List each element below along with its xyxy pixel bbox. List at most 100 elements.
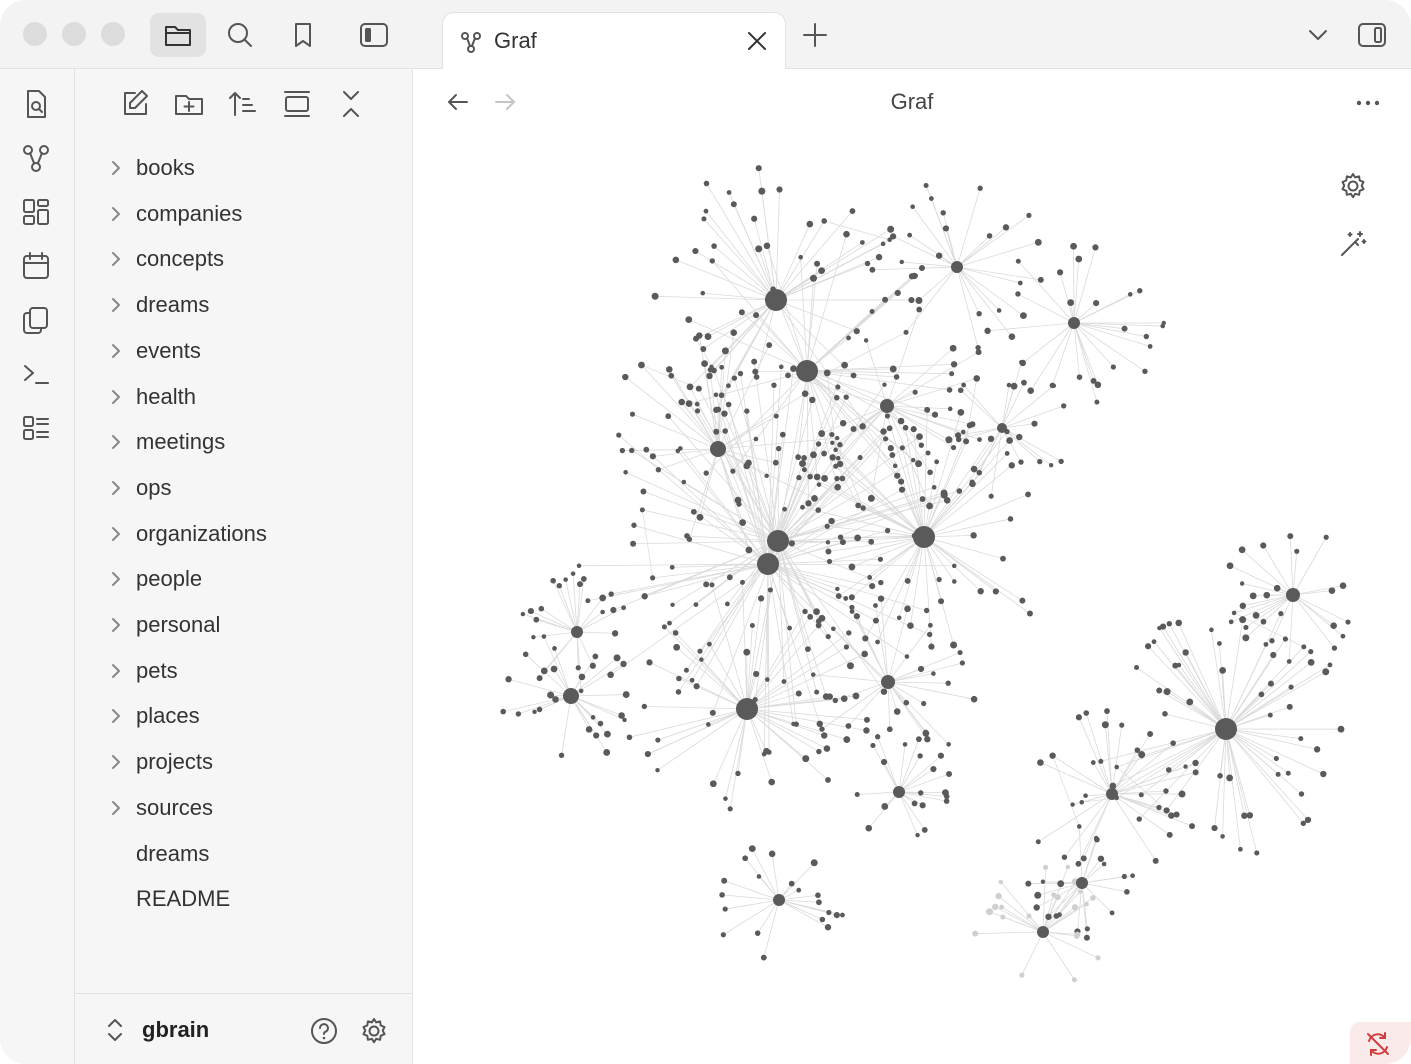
- graph-node[interactable]: [860, 505, 866, 511]
- graph-node[interactable]: [1301, 644, 1307, 650]
- graph-node[interactable]: [1340, 633, 1346, 639]
- close-tab-icon[interactable]: [743, 27, 771, 55]
- graph-node[interactable]: [707, 641, 712, 647]
- graph-node[interactable]: [536, 675, 543, 682]
- graph-node[interactable]: [570, 571, 576, 576]
- graph-hub-node[interactable]: [881, 675, 895, 689]
- graph-node[interactable]: [1243, 624, 1249, 631]
- graph-node[interactable]: [1027, 387, 1034, 395]
- graph-node[interactable]: [949, 344, 957, 352]
- graph-node[interactable]: [945, 680, 951, 686]
- graph-node[interactable]: [1007, 516, 1014, 522]
- graph-node[interactable]: [505, 676, 512, 683]
- graph-node[interactable]: [1121, 873, 1127, 880]
- graph-node[interactable]: [886, 726, 893, 733]
- graph-node[interactable]: [1228, 619, 1234, 625]
- graph-node[interactable]: [1226, 774, 1234, 782]
- graph-node[interactable]: [711, 243, 717, 249]
- graph-node[interactable]: [1054, 894, 1061, 901]
- graph-node[interactable]: [590, 715, 596, 720]
- graph-node[interactable]: [1104, 708, 1110, 714]
- graph-node[interactable]: [541, 634, 547, 639]
- graph-node[interactable]: [977, 588, 984, 595]
- graph-node[interactable]: [957, 649, 963, 656]
- graph-node[interactable]: [946, 770, 953, 777]
- graph-node[interactable]: [752, 368, 759, 375]
- graph-node[interactable]: [903, 329, 909, 335]
- graph-node[interactable]: [684, 533, 690, 539]
- graph-node[interactable]: [675, 448, 681, 454]
- graph-node[interactable]: [706, 722, 711, 727]
- graph-node[interactable]: [865, 824, 873, 832]
- graph-node[interactable]: [622, 691, 630, 698]
- graph-node[interactable]: [744, 408, 750, 414]
- graph-node[interactable]: [904, 578, 911, 584]
- graph-node[interactable]: [585, 598, 591, 604]
- graph-node[interactable]: [893, 374, 900, 380]
- graph-node[interactable]: [854, 792, 860, 798]
- graph-node[interactable]: [1260, 618, 1267, 625]
- graph-node[interactable]: [575, 665, 581, 671]
- graph-node[interactable]: [877, 556, 884, 562]
- graph-node[interactable]: [709, 582, 715, 588]
- graph-node[interactable]: [1267, 712, 1273, 718]
- graph-node[interactable]: [798, 254, 803, 260]
- graph-node[interactable]: [801, 390, 809, 398]
- graph-node[interactable]: [639, 507, 645, 513]
- graph-node[interactable]: [1320, 770, 1327, 778]
- graph-node[interactable]: [764, 473, 769, 479]
- graph-node[interactable]: [1019, 597, 1026, 604]
- graph-node[interactable]: [972, 930, 979, 937]
- graph-node[interactable]: [843, 596, 849, 601]
- settings-icon[interactable]: [359, 1016, 389, 1046]
- graph-node[interactable]: [1090, 895, 1096, 901]
- graph-node[interactable]: [1061, 854, 1068, 860]
- graph-node[interactable]: [880, 688, 888, 695]
- graph-node[interactable]: [826, 558, 833, 565]
- graph-node[interactable]: [926, 631, 933, 638]
- graph-hub-node[interactable]: [563, 688, 579, 704]
- graph-node[interactable]: [713, 428, 720, 435]
- graph-node[interactable]: [864, 260, 871, 267]
- graph-node[interactable]: [753, 670, 760, 678]
- graph-node[interactable]: [608, 591, 614, 597]
- graph-node[interactable]: [915, 460, 923, 468]
- graph-node[interactable]: [585, 726, 593, 733]
- graph-node[interactable]: [1138, 751, 1146, 759]
- graph-node[interactable]: [675, 689, 682, 695]
- graph-node[interactable]: [1000, 914, 1006, 920]
- calendar-icon[interactable]: [20, 250, 52, 282]
- graph-node[interactable]: [813, 473, 821, 481]
- graph-node[interactable]: [1168, 812, 1175, 819]
- graph-node[interactable]: [1042, 864, 1049, 870]
- graph-node[interactable]: [1209, 627, 1214, 633]
- graph-node[interactable]: [976, 310, 982, 317]
- close-window-button[interactable]: [23, 22, 47, 46]
- graph-node[interactable]: [791, 721, 796, 727]
- graph-node[interactable]: [825, 777, 831, 783]
- graph-node[interactable]: [621, 605, 627, 611]
- graph-node[interactable]: [809, 274, 817, 282]
- tree-folder[interactable]: dreams: [75, 285, 412, 325]
- graph-node[interactable]: [779, 431, 786, 438]
- graph-node[interactable]: [1075, 714, 1083, 721]
- graph-node[interactable]: [1067, 299, 1075, 306]
- graph-node[interactable]: [869, 266, 876, 273]
- graph-node[interactable]: [1308, 649, 1314, 655]
- graph-node[interactable]: [839, 539, 846, 546]
- graph-node[interactable]: [889, 365, 897, 373]
- graph-node[interactable]: [763, 242, 771, 250]
- graph-node[interactable]: [1273, 755, 1279, 762]
- graph-node[interactable]: [703, 470, 709, 476]
- graph-node[interactable]: [927, 622, 933, 628]
- graph-node[interactable]: [500, 708, 506, 715]
- graph-node[interactable]: [869, 582, 876, 590]
- tree-folder[interactable]: personal: [75, 605, 412, 645]
- graph-node[interactable]: [918, 790, 924, 796]
- animate-icon[interactable]: [1338, 229, 1368, 259]
- graph-node[interactable]: [889, 452, 896, 458]
- graph-node[interactable]: [532, 709, 537, 715]
- graph-node[interactable]: [867, 575, 873, 580]
- graph-node[interactable]: [683, 667, 689, 673]
- graph-node[interactable]: [796, 474, 802, 481]
